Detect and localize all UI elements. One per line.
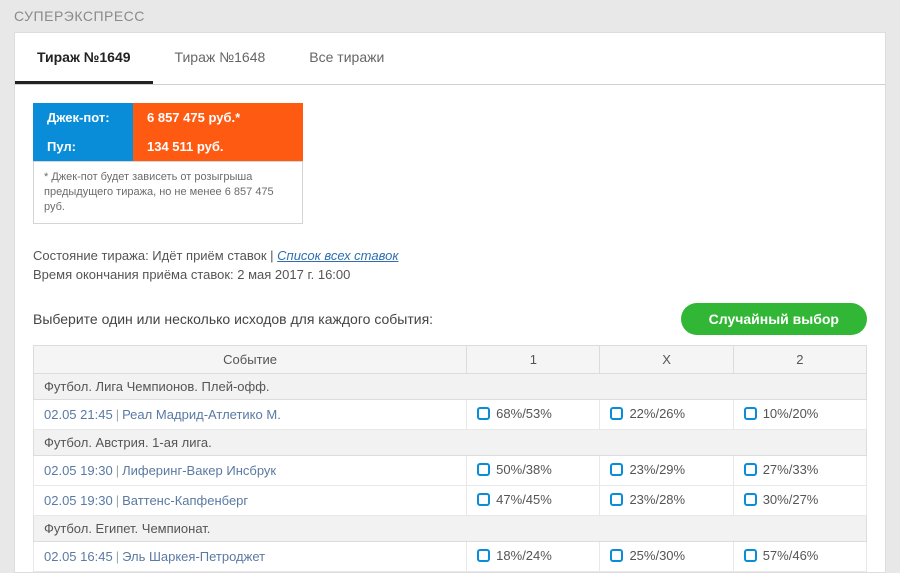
content: Джек-пот: 6 857 475 руб.* Пул: 134 511 р…	[15, 85, 885, 572]
group-title: Футбол. Лига Чемпионов. Плей-офф.	[34, 373, 867, 399]
outcome-cell-o2[interactable]: 10%/20%	[733, 399, 866, 429]
main-panel: Тираж №1649 Тираж №1648 Все тиражи Джек-…	[14, 32, 886, 573]
events-table: Событие 1 X 2 Футбол. Лига Чемпионов. Пл…	[33, 345, 867, 572]
event-datetime: 02.05 16:45	[44, 549, 113, 564]
checkbox-icon[interactable]	[610, 463, 623, 476]
status-block: Состояние тиража: Идёт приём ставок | Сп…	[33, 246, 867, 285]
outcome-cell-o2[interactable]: 27%/33%	[733, 455, 866, 485]
outcome-cell-o1[interactable]: 50%/38%	[467, 455, 600, 485]
outcome-odds: 23%/29%	[629, 462, 685, 477]
outcome-cell-ox[interactable]: 25%/30%	[600, 541, 733, 571]
outcome-odds: 23%/28%	[629, 492, 685, 507]
outcome-odds: 25%/30%	[629, 548, 685, 563]
separator: |	[113, 463, 122, 478]
header-outcome-x: X	[600, 345, 733, 373]
all-bets-link[interactable]: Список всех ставок	[277, 248, 398, 263]
group-title: Футбол. Египет. Чемпионат.	[34, 515, 867, 541]
jackpot-table: Джек-пот: 6 857 475 руб.* Пул: 134 511 р…	[33, 103, 303, 161]
tabs: Тираж №1649 Тираж №1648 Все тиражи	[15, 33, 885, 85]
event-match: Лиферинг-Вакер Инсбрук	[122, 463, 276, 478]
separator: |	[113, 549, 122, 564]
pool-label: Пул:	[33, 132, 133, 161]
event-cell: 02.05 19:30|Ваттенс-Капфенберг	[34, 485, 467, 515]
outcome-cell-ox[interactable]: 22%/26%	[600, 399, 733, 429]
random-choice-button[interactable]: Случайный выбор	[681, 303, 867, 335]
outcome-cell-ox[interactable]: 23%/29%	[600, 455, 733, 485]
jackpot-value: 6 857 475 руб.*	[133, 103, 303, 132]
event-group-header: Футбол. Австрия. 1-ая лига.	[34, 429, 867, 455]
checkbox-icon[interactable]	[477, 493, 490, 506]
outcome-odds: 50%/38%	[496, 462, 552, 477]
header-outcome-2: 2	[733, 345, 866, 373]
toolbar: Выберите один или несколько исходов для …	[33, 303, 867, 335]
checkbox-icon[interactable]	[744, 549, 757, 562]
event-row: 02.05 21:45|Реал Мадрид-Атлетико М. 68%/5…	[34, 399, 867, 429]
checkbox-icon[interactable]	[610, 407, 623, 420]
event-row: 02.05 19:30|Ваттенс-Капфенберг 47%/45% 23%…	[34, 485, 867, 515]
draw-status-text: Состояние тиража: Идёт приём ставок |	[33, 248, 277, 263]
outcome-cell-o2[interactable]: 30%/27%	[733, 485, 866, 515]
outcome-cell-o2[interactable]: 57%/46%	[733, 541, 866, 571]
pool-value: 134 511 руб.	[133, 132, 303, 161]
group-title: Футбол. Австрия. 1-ая лига.	[34, 429, 867, 455]
event-cell: 02.05 16:45|Эль Шаркея-Петроджет	[34, 541, 467, 571]
event-group-header: Футбол. Лига Чемпионов. Плей-офф.	[34, 373, 867, 399]
tab-draw-1649[interactable]: Тираж №1649	[15, 33, 153, 84]
outcome-odds: 22%/26%	[629, 406, 685, 421]
separator: |	[113, 493, 122, 508]
checkbox-icon[interactable]	[744, 407, 757, 420]
outcome-odds: 57%/46%	[763, 548, 819, 563]
checkbox-icon[interactable]	[744, 493, 757, 506]
event-group-header: Футбол. Египет. Чемпионат.	[34, 515, 867, 541]
outcome-odds: 10%/20%	[763, 406, 819, 421]
event-cell: 02.05 21:45|Реал Мадрид-Атлетико М.	[34, 399, 467, 429]
outcome-cell-o1[interactable]: 47%/45%	[467, 485, 600, 515]
event-match: Эль Шаркея-Петроджет	[122, 549, 265, 564]
outcome-odds: 27%/33%	[763, 462, 819, 477]
event-match: Реал Мадрид-Атлетико М.	[122, 407, 281, 422]
jackpot-note: * Джек-пот будет зависеть от розыгрыша п…	[33, 161, 303, 224]
prompt-text: Выберите один или несколько исходов для …	[33, 311, 433, 327]
event-match: Ваттенс-Капфенберг	[122, 493, 248, 508]
outcome-cell-o1[interactable]: 68%/53%	[467, 399, 600, 429]
checkbox-icon[interactable]	[744, 463, 757, 476]
checkbox-icon[interactable]	[477, 407, 490, 420]
event-datetime: 02.05 19:30	[44, 463, 113, 478]
event-datetime: 02.05 19:30	[44, 493, 113, 508]
checkbox-icon[interactable]	[610, 549, 623, 562]
checkbox-icon[interactable]	[477, 549, 490, 562]
header-outcome-1: 1	[467, 345, 600, 373]
outcome-cell-ox[interactable]: 23%/28%	[600, 485, 733, 515]
deadline-text: Время окончания приёма ставок: 2 мая 201…	[33, 265, 867, 285]
outcome-odds: 47%/45%	[496, 492, 552, 507]
checkbox-icon[interactable]	[477, 463, 490, 476]
outcome-odds: 30%/27%	[763, 492, 819, 507]
separator: |	[113, 407, 122, 422]
page-title: СУПЕРЭКСПРЕСС	[0, 0, 900, 32]
outcome-cell-o1[interactable]: 18%/24%	[467, 541, 600, 571]
outcome-odds: 18%/24%	[496, 548, 552, 563]
event-cell: 02.05 19:30|Лиферинг-Вакер Инсбрук	[34, 455, 467, 485]
event-row: 02.05 16:45|Эль Шаркея-Петроджет 18%/24% 2…	[34, 541, 867, 571]
tab-draw-1648[interactable]: Тираж №1648	[153, 33, 288, 84]
header-event: Событие	[34, 345, 467, 373]
tab-all-draws[interactable]: Все тиражи	[287, 33, 406, 84]
checkbox-icon[interactable]	[610, 493, 623, 506]
outcome-odds: 68%/53%	[496, 406, 552, 421]
event-row: 02.05 19:30|Лиферинг-Вакер Инсбрук 50%/38…	[34, 455, 867, 485]
event-datetime: 02.05 21:45	[44, 407, 113, 422]
jackpot-label: Джек-пот:	[33, 103, 133, 132]
